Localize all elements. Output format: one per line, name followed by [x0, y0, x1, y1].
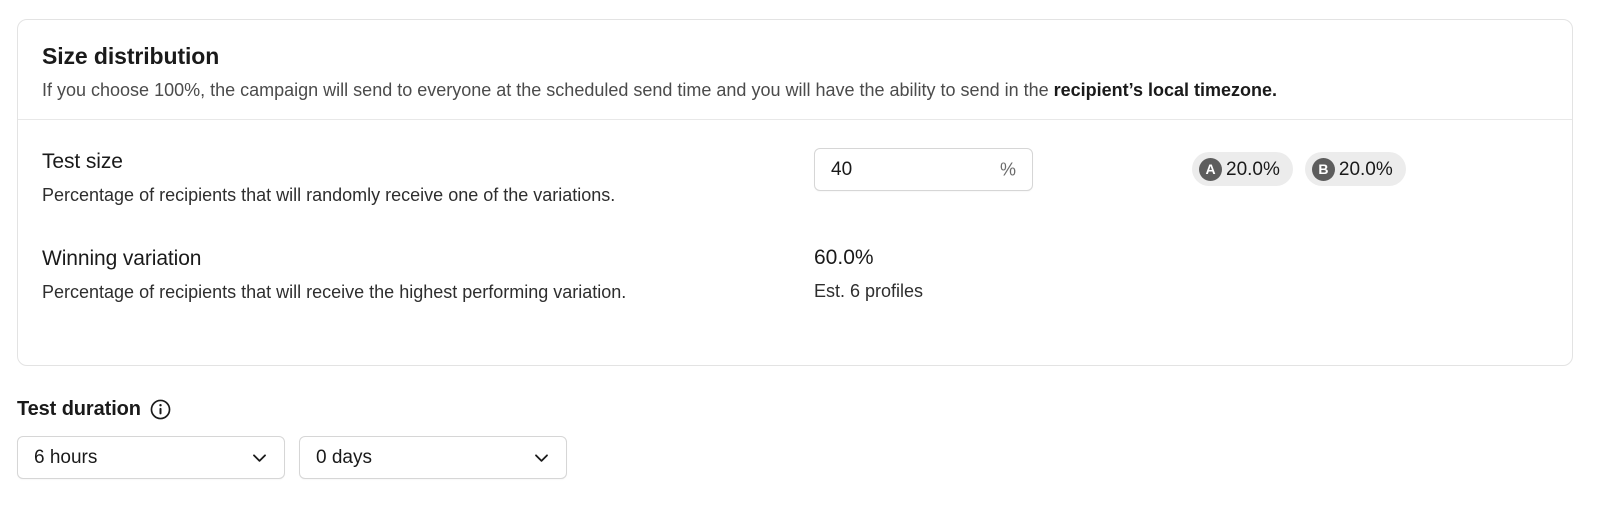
variation-a-icon: A [1199, 157, 1222, 181]
card-subtitle-emphasis: recipient’s local timezone. [1053, 80, 1278, 100]
test-size-input-wrapper[interactable]: % [814, 148, 1033, 191]
winning-variation-control: 60.0% Est. 6 profiles [814, 244, 1192, 302]
info-circle-icon[interactable] [150, 399, 171, 420]
size-distribution-card: Size distribution If you choose 100%, th… [17, 19, 1573, 366]
winning-variation-estimate: Est. 6 profiles [814, 281, 924, 301]
variation-badge-b: B 20.0% [1304, 152, 1406, 186]
percent-suffix-label: % [999, 159, 1016, 179]
card-subtitle-text: If you choose 100%, the campaign will se… [42, 80, 1054, 100]
test-size-row: Test size Percentage of recipients that … [42, 147, 1548, 206]
winning-variation-help-text: Percentage of recipients that will recei… [42, 282, 627, 302]
variation-b-percent: 20.0% [1338, 158, 1393, 180]
winning-variation-label: Winning variation [42, 247, 202, 270]
size-distribution-page: Size distribution If you choose 100%, th… [0, 0, 1600, 512]
test-duration-label: Test duration [17, 398, 141, 420]
test-size-help-text: Percentage of recipients that will rando… [42, 185, 616, 205]
winning-variation-row: Winning variation Percentage of recipien… [42, 244, 1548, 303]
variation-a-percent: 20.0% [1226, 158, 1280, 180]
test-duration-header: Test duration [17, 397, 1573, 421]
duration-selects: 6 hours 0 days [17, 436, 1573, 479]
duration-hours-value: 6 hours [34, 446, 98, 468]
duration-hours-select[interactable]: 6 hours [17, 436, 285, 479]
test-size-labels: Test size Percentage of recipients that … [42, 147, 814, 206]
duration-days-select[interactable]: 0 days [299, 436, 567, 479]
card-subtitle: If you choose 100%, the campaign will se… [42, 78, 1548, 102]
test-size-control: % [814, 147, 1192, 191]
card-header: Size distribution If you choose 100%, th… [18, 20, 1572, 120]
test-size-input[interactable] [815, 149, 985, 190]
variation-b-icon: B [1311, 157, 1335, 181]
page-title: Size distribution [42, 43, 220, 69]
test-size-label: Test size [42, 150, 123, 173]
winning-variation-percent: 60.0% [814, 246, 874, 269]
variation-badge-a: A 20.0% [1192, 152, 1293, 186]
variation-badges: A 20.0% B 20.0% [1192, 147, 1406, 186]
winning-variation-labels: Winning variation Percentage of recipien… [42, 244, 814, 303]
duration-days-value: 0 days [316, 446, 372, 468]
card-body: Test size Percentage of recipients that … [18, 120, 1572, 303]
test-duration-section: Test duration 6 hours 0 days [17, 397, 1573, 479]
